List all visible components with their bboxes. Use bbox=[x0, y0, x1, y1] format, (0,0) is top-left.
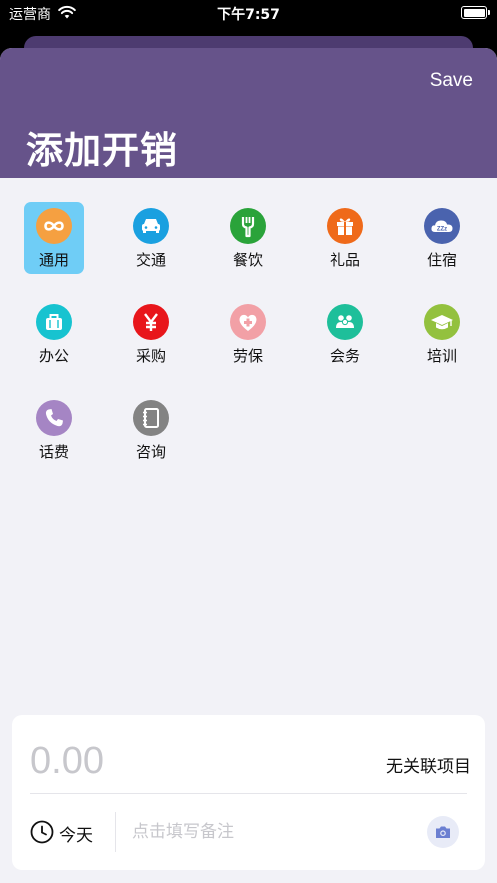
category-item-consulting[interactable]: 咨询 bbox=[121, 394, 181, 466]
category-item-lodging[interactable]: ZZz 住宿 bbox=[412, 202, 472, 274]
note-input[interactable] bbox=[132, 819, 412, 845]
status-time: 下午7:57 bbox=[217, 7, 280, 23]
category-label: 劳保 bbox=[232, 347, 263, 365]
category-item-office[interactable]: 办公 bbox=[24, 298, 84, 370]
date-label: 今天 bbox=[59, 826, 93, 846]
status-bar: 运营商 下午7:57 bbox=[0, 0, 497, 28]
category-item-gift[interactable]: 礼品 bbox=[315, 202, 375, 274]
notebook-icon bbox=[133, 400, 169, 436]
clock-icon bbox=[30, 820, 54, 844]
category-label: 咨询 bbox=[135, 443, 166, 461]
category-item-transport[interactable]: 交通 bbox=[121, 202, 181, 274]
category-label: 培训 bbox=[426, 347, 457, 365]
infinity-icon bbox=[36, 208, 72, 244]
sleep-cloud-icon: ZZz bbox=[424, 208, 460, 244]
category-item-dining[interactable]: 餐饮 bbox=[218, 202, 278, 274]
category-label: 交通 bbox=[135, 251, 166, 269]
vertical-divider bbox=[115, 812, 116, 852]
add-expense-sheet: Save 添加开销 通用 交通 餐饮 礼品 ZZz 住宿 办公 采购 劳保 会务… bbox=[0, 48, 497, 883]
expense-entry-card: 0.00 无关联项目 今天 bbox=[12, 715, 485, 870]
category-label: 餐饮 bbox=[232, 251, 263, 269]
category-item-phone[interactable]: 话费 bbox=[24, 394, 84, 466]
category-label: 礼品 bbox=[329, 251, 360, 269]
category-item-safety[interactable]: 劳保 bbox=[218, 298, 278, 370]
category-label: 通用 bbox=[38, 251, 69, 269]
category-label: 住宿 bbox=[426, 251, 457, 269]
category-item-general[interactable]: 通用 bbox=[24, 202, 84, 274]
project-selector[interactable]: 无关联项目 bbox=[386, 752, 471, 777]
phone-icon bbox=[36, 400, 72, 436]
header: Save 添加开销 bbox=[0, 48, 497, 178]
graduation-cap-icon bbox=[424, 304, 460, 340]
category-item-training[interactable]: 培训 bbox=[412, 298, 472, 370]
category-item-purchase[interactable]: 采购 bbox=[121, 298, 181, 370]
camera-button[interactable] bbox=[427, 816, 459, 848]
category-label: 话费 bbox=[38, 443, 69, 461]
svg-text:ZZz: ZZz bbox=[437, 227, 447, 233]
category-label: 办公 bbox=[38, 347, 69, 365]
fork-icon bbox=[230, 208, 266, 244]
briefcase-icon bbox=[36, 304, 72, 340]
car-icon bbox=[133, 208, 169, 244]
gift-icon bbox=[327, 208, 363, 244]
heart-medical-icon bbox=[230, 304, 266, 340]
category-label: 会务 bbox=[329, 347, 360, 365]
amount-input[interactable]: 0.00 bbox=[30, 740, 104, 783]
save-button[interactable]: Save bbox=[430, 70, 473, 92]
people-icon bbox=[327, 304, 363, 340]
yen-icon bbox=[133, 304, 169, 340]
battery-icon bbox=[461, 6, 490, 19]
category-item-meeting[interactable]: 会务 bbox=[315, 298, 375, 370]
camera-icon bbox=[436, 826, 450, 838]
page-title: 添加开销 bbox=[26, 129, 178, 172]
category-label: 采购 bbox=[135, 347, 166, 365]
divider bbox=[30, 793, 467, 794]
